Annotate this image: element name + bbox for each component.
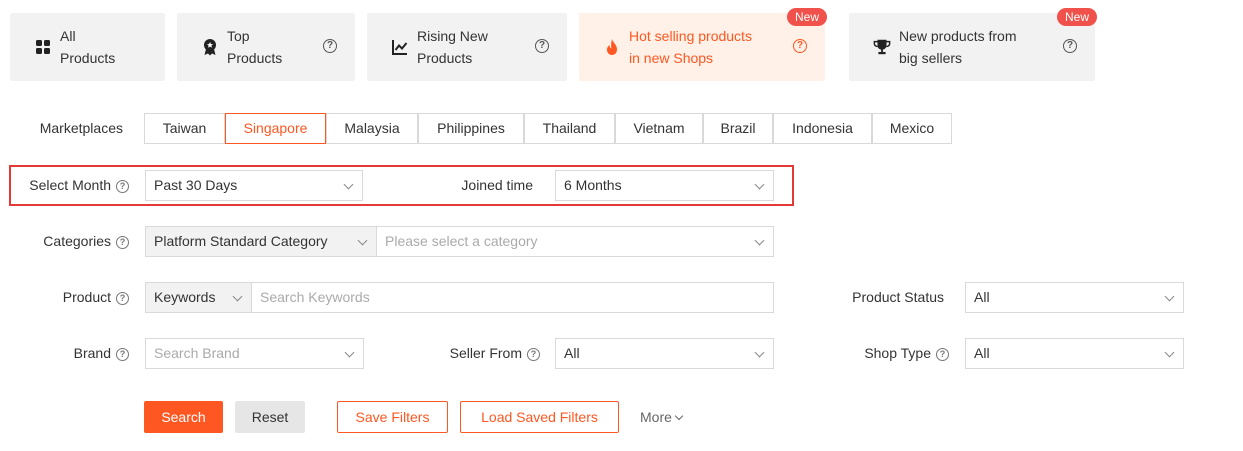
product-status-dropdown[interactable]: All bbox=[965, 282, 1184, 313]
more-button[interactable]: More bbox=[640, 401, 684, 433]
product-status-label: Product Status bbox=[852, 289, 944, 305]
tab-label-line2: Products bbox=[417, 50, 473, 66]
brand-search-dropdown[interactable]: Search Brand bbox=[145, 338, 364, 369]
tab-label-line1: All bbox=[60, 28, 76, 44]
tab-hot-selling-new-shops[interactable]: Hot selling products in new Shops ? New bbox=[579, 8, 827, 81]
load-saved-filters-button[interactable]: Load Saved Filters bbox=[460, 401, 619, 433]
product-search-type-dropdown[interactable]: Keywords bbox=[145, 282, 252, 313]
select-month-label-text: Select Month bbox=[29, 177, 111, 193]
category-type-value: Platform Standard Category bbox=[154, 233, 328, 249]
chevron-down-icon bbox=[343, 179, 354, 190]
more-label: More bbox=[640, 409, 672, 425]
chevron-down-icon bbox=[754, 179, 765, 190]
select-month-label: Select Month? bbox=[10, 170, 129, 200]
seller-from-dropdown[interactable]: All bbox=[555, 338, 774, 369]
tab-label: Rising New Products bbox=[417, 25, 488, 69]
tab-label-line2: big sellers bbox=[899, 50, 963, 66]
joined-time-label: Joined time bbox=[461, 177, 533, 193]
marketplaces-label: Marketplaces bbox=[39, 120, 123, 136]
trending-line-icon bbox=[391, 38, 409, 56]
reset-button[interactable]: Reset bbox=[235, 401, 305, 433]
trophy-icon bbox=[873, 38, 891, 56]
shop-type-value: All bbox=[974, 345, 990, 361]
shop-type-label: Shop Type? bbox=[820, 338, 949, 368]
tab-label: Top Products bbox=[227, 25, 282, 69]
seller-from-label: Seller From? bbox=[400, 338, 540, 368]
brand-label: Brand? bbox=[10, 338, 129, 368]
help-icon[interactable]: ? bbox=[535, 39, 549, 53]
tab-label: All Products bbox=[60, 25, 115, 69]
marketplace-option-indonesia[interactable]: Indonesia bbox=[773, 113, 872, 144]
chevron-down-icon bbox=[344, 347, 355, 358]
chevron-down-icon bbox=[232, 291, 243, 302]
help-icon[interactable]: ? bbox=[116, 348, 129, 361]
keywords-search-input[interactable]: Search Keywords bbox=[251, 282, 774, 313]
joined-time-dropdown[interactable]: 6 Months bbox=[555, 170, 774, 201]
tab-label-line2: in new Shops bbox=[629, 50, 714, 66]
product-label: Product? bbox=[10, 282, 129, 312]
tab-label: Hot selling products in new Shops bbox=[629, 25, 752, 69]
help-icon[interactable]: ? bbox=[323, 39, 337, 53]
tab-all-products[interactable]: All Products bbox=[10, 13, 165, 81]
help-icon[interactable]: ? bbox=[116, 236, 129, 249]
categories-label-text: Categories bbox=[43, 233, 111, 249]
tab-label-line2: Products bbox=[60, 50, 116, 66]
marketplace-option-taiwan[interactable]: Taiwan bbox=[144, 113, 225, 144]
help-icon[interactable]: ? bbox=[527, 348, 540, 361]
product-status-value: All bbox=[974, 289, 990, 305]
tab-rising-new-products[interactable]: Rising New Products ? bbox=[367, 13, 567, 81]
tab-label-line1: Hot selling products bbox=[629, 28, 752, 44]
tab-label-line1: Rising New bbox=[417, 28, 488, 44]
marketplace-option-brazil[interactable]: Brazil bbox=[703, 113, 773, 144]
chevron-down-icon bbox=[1164, 347, 1175, 358]
new-badge: New bbox=[786, 8, 827, 26]
product-search-type-value: Keywords bbox=[154, 289, 216, 305]
category-type-dropdown[interactable]: Platform Standard Category bbox=[145, 226, 377, 257]
marketplace-option-philippines[interactable]: Philippines bbox=[418, 113, 524, 144]
award-medal-icon bbox=[201, 38, 219, 56]
seller-from-value: All bbox=[564, 345, 580, 361]
category-dropdown[interactable]: Please select a category bbox=[376, 226, 774, 257]
select-month-dropdown[interactable]: Past 30 Days bbox=[145, 170, 363, 201]
seller-from-label-text: Seller From bbox=[449, 345, 522, 361]
tab-top-products[interactable]: Top Products ? bbox=[177, 13, 355, 81]
select-month-value: Past 30 Days bbox=[154, 177, 238, 193]
tab-label-line1: New products from bbox=[899, 28, 1017, 44]
help-icon[interactable]: ? bbox=[116, 292, 129, 305]
shop-type-dropdown[interactable]: All bbox=[965, 338, 1184, 369]
tab-label-line2: Products bbox=[227, 50, 283, 66]
marketplace-option-mexico[interactable]: Mexico bbox=[872, 113, 952, 144]
save-filters-button[interactable]: Save Filters bbox=[337, 401, 448, 433]
flame-icon bbox=[603, 38, 621, 56]
joined-time-value: 6 Months bbox=[564, 177, 622, 193]
grid-icon bbox=[34, 38, 52, 56]
category-placeholder: Please select a category bbox=[385, 233, 538, 249]
marketplace-option-singapore[interactable]: Singapore bbox=[225, 113, 326, 144]
marketplace-option-thailand[interactable]: Thailand bbox=[524, 113, 615, 144]
chevron-down-icon bbox=[674, 411, 684, 421]
chevron-down-icon bbox=[357, 235, 368, 246]
tab-new-products-big-sellers[interactable]: New products from big sellers ? New bbox=[849, 8, 1097, 81]
search-button[interactable]: Search bbox=[144, 401, 223, 433]
help-icon[interactable]: ? bbox=[793, 39, 807, 53]
help-icon[interactable]: ? bbox=[1063, 39, 1077, 53]
new-badge: New bbox=[1056, 8, 1097, 26]
product-label-text: Product bbox=[62, 289, 111, 305]
brand-placeholder: Search Brand bbox=[154, 345, 240, 361]
tab-label: New products from big sellers bbox=[899, 25, 1016, 69]
chevron-down-icon bbox=[754, 347, 765, 358]
tab-label-line1: Top bbox=[227, 28, 250, 44]
marketplace-option-vietnam[interactable]: Vietnam bbox=[615, 113, 703, 144]
marketplace-option-malaysia[interactable]: Malaysia bbox=[326, 113, 418, 144]
help-icon[interactable]: ? bbox=[936, 348, 949, 361]
help-icon[interactable]: ? bbox=[116, 180, 129, 193]
chevron-down-icon bbox=[754, 235, 765, 246]
categories-label: Categories? bbox=[10, 226, 129, 256]
shop-type-label-text: Shop Type bbox=[864, 345, 931, 361]
chevron-down-icon bbox=[1164, 291, 1175, 302]
brand-label-text: Brand bbox=[73, 345, 111, 361]
